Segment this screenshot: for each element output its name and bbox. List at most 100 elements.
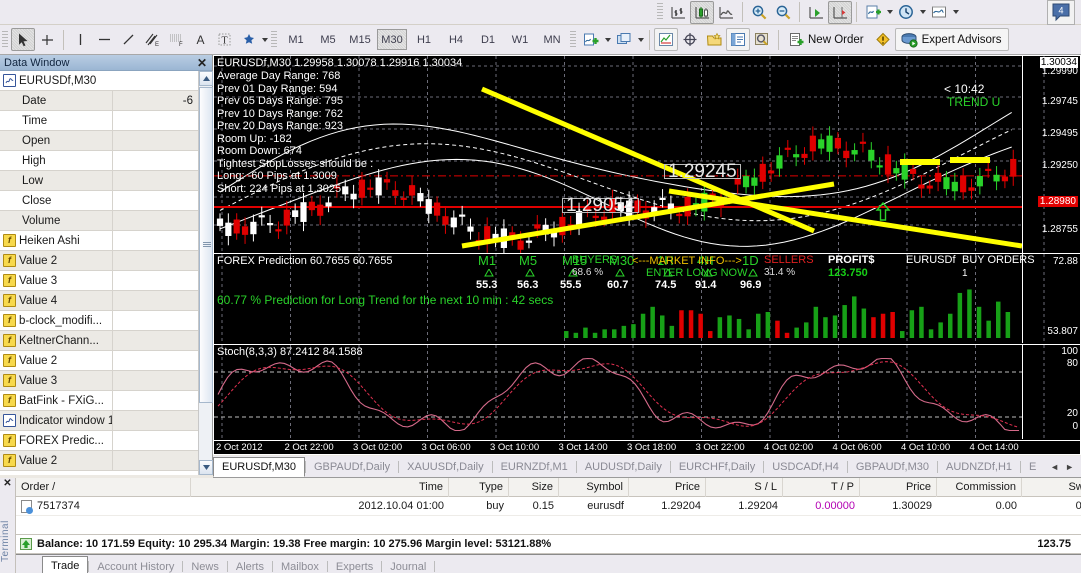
periods-dropdown-caret[interactable] xyxy=(918,1,927,24)
data-window-row[interactable]: f Value 3 xyxy=(0,271,198,291)
terminal-tab[interactable]: Journal xyxy=(382,558,434,573)
terminal-column-header[interactable]: Swap xyxy=(1022,478,1081,497)
data-window-row[interactable]: f Value 3 xyxy=(0,371,198,391)
scroll-up-icon[interactable] xyxy=(199,71,213,86)
chart-container[interactable]: EURUSDf,M30 1.29958 1.30078 1.29916 1.30… xyxy=(213,55,1081,455)
chart-tabs-bar[interactable]: EURUSDf,M30 GBPAUDf,Daily XAUUSDf,Daily EUR… xyxy=(213,456,1081,478)
timeframe-m1[interactable]: M1 xyxy=(281,29,311,50)
chart-tab[interactable]: EURCHFf,Daily xyxy=(671,457,763,476)
data-window-symbol-row[interactable]: EURUSDf,M30 xyxy=(0,71,198,91)
chart-tab[interactable]: EURNZDf,M1 xyxy=(493,457,576,476)
data-window-row[interactable]: Close xyxy=(0,191,198,211)
window-tile-dropdown-caret[interactable] xyxy=(636,28,645,51)
bar-chart-icon[interactable] xyxy=(666,1,690,24)
price-scale-stochastic[interactable]: 100 80 20 0 xyxy=(1022,345,1080,439)
tester-icon[interactable] xyxy=(750,28,774,51)
prediction-pane[interactable]: FOREX Prediction 60.7655 60.7655 M1 55.3 M… xyxy=(214,253,1080,343)
line-chart-icon[interactable] xyxy=(714,1,738,24)
timeframe-mn[interactable]: MN xyxy=(537,29,567,50)
scroll-down-icon[interactable] xyxy=(199,460,213,475)
fibonacci-icon[interactable]: F xyxy=(164,28,188,51)
data-window-row[interactable]: f KeltnerChann... xyxy=(0,331,198,351)
crosshair-icon[interactable] xyxy=(35,28,59,51)
timeframe-m30[interactable]: M30 xyxy=(377,29,407,50)
terminal-column-header[interactable]: Size xyxy=(509,477,559,497)
expert-advisors-button[interactable]: Expert Advisors xyxy=(894,28,1009,51)
toolbar-grip-3[interactable] xyxy=(271,30,277,49)
new-chart-dropdown-caret[interactable] xyxy=(603,28,612,51)
data-window-row[interactable]: f BatFink - FXiG... xyxy=(0,391,198,411)
timeframe-d1[interactable]: D1 xyxy=(473,29,503,50)
text-icon[interactable]: A xyxy=(188,28,212,51)
terminal-tab[interactable]: Account History xyxy=(89,558,182,573)
zoom-out-icon[interactable] xyxy=(771,1,795,24)
window-tile-icon[interactable] xyxy=(612,28,636,51)
data-window-row[interactable]: f FOREX Predic... xyxy=(0,431,198,451)
arrow-cursor-icon[interactable] xyxy=(11,28,35,51)
terminal-tab[interactable]: Trade xyxy=(42,556,89,573)
terminal-column-header[interactable]: Price xyxy=(629,477,706,497)
terminal-close-icon[interactable]: ✕ xyxy=(0,478,15,490)
data-window-row[interactable]: Time xyxy=(0,111,198,131)
terminal-column-header[interactable]: T / P xyxy=(783,477,860,497)
data-window-row[interactable]: f Heiken Ashi xyxy=(0,231,198,251)
data-window-row[interactable]: Open xyxy=(0,131,198,151)
text-label-icon[interactable]: T xyxy=(212,28,236,51)
terminal-column-header[interactable]: Time xyxy=(191,477,449,497)
terminal-column-header[interactable]: Commission xyxy=(937,477,1022,497)
shapes-icon[interactable] xyxy=(236,28,260,51)
warning-icon[interactable] xyxy=(871,28,895,51)
data-window-row[interactable]: High xyxy=(0,151,198,171)
chart-tab[interactable]: XAUUSDf,Daily xyxy=(399,457,491,476)
chart-tab[interactable]: USDCADf,H4 xyxy=(764,457,847,476)
data-window-row[interactable]: f Value 4 xyxy=(0,291,198,311)
scrollbar-thumb[interactable] xyxy=(199,87,213,403)
indicators-icon[interactable] xyxy=(861,1,885,24)
navigator-icon[interactable] xyxy=(702,28,726,51)
terminal-column-header[interactable]: Price xyxy=(860,477,937,497)
data-window-row[interactable]: f b-clock_modifi... xyxy=(0,311,198,331)
auto-scroll-icon[interactable] xyxy=(804,1,828,24)
new-order-button[interactable]: New Order xyxy=(783,28,871,51)
chart-tab[interactable]: AUDNZDf,H1 xyxy=(938,457,1020,476)
toolbar-grip-4[interactable] xyxy=(570,30,576,49)
vertical-line-icon[interactable] xyxy=(68,28,92,51)
data-window-row[interactable]: f Value 2 xyxy=(0,351,198,371)
trendline-icon[interactable] xyxy=(116,28,140,51)
chevron-left-icon[interactable]: ◄ xyxy=(1047,462,1062,472)
chart-tab[interactable]: GBPAUDf,Daily xyxy=(306,457,398,476)
terminal-tab[interactable]: Mailbox xyxy=(273,558,327,573)
crosshair-tool-icon[interactable] xyxy=(678,28,702,51)
equidistant-channel-icon[interactable]: E xyxy=(140,28,164,51)
chart-tab[interactable]: E xyxy=(1021,457,1044,476)
close-icon[interactable]: ✕ xyxy=(196,56,208,70)
candlestick-chart-icon[interactable] xyxy=(690,0,714,24)
horizontal-line-icon[interactable] xyxy=(92,28,116,51)
terminal-icon[interactable] xyxy=(726,28,750,51)
chart-shift-icon[interactable] xyxy=(828,0,852,24)
zoom-in-icon[interactable] xyxy=(747,1,771,24)
chart-tabs-nav[interactable]: ◄ ► xyxy=(1047,462,1081,472)
data-window-row[interactable]: Volume xyxy=(0,211,198,231)
data-window-row[interactable]: Low xyxy=(0,171,198,191)
timeframe-h4[interactable]: H4 xyxy=(441,29,471,50)
terminal-column-header[interactable]: Order / xyxy=(16,477,191,497)
notification-badge-button[interactable]: 4 xyxy=(1047,0,1075,25)
price-scale-prediction[interactable]: 72.88 53.807 xyxy=(1022,254,1080,343)
chart-tab[interactable]: AUDUSDf,Daily xyxy=(577,457,670,476)
data-window-row[interactable]: f Value 2 xyxy=(0,251,198,271)
chart-tab[interactable]: GBPAUDf,M30 xyxy=(848,457,937,476)
templates-dropdown-caret[interactable] xyxy=(951,1,960,24)
timeframe-h1[interactable]: H1 xyxy=(409,29,439,50)
data-window-scrollbar[interactable] xyxy=(198,71,213,475)
chart-tab[interactable]: EURUSDf,M30 xyxy=(213,456,305,477)
indicators-dropdown-caret[interactable] xyxy=(885,1,894,24)
terminal-tab[interactable]: Experts xyxy=(328,558,381,573)
terminal-tab[interactable]: News xyxy=(183,558,227,573)
terminal-column-header[interactable]: Type xyxy=(449,477,509,497)
timeframe-m15[interactable]: M15 xyxy=(345,29,375,50)
data-window-row[interactable]: Indicator window 1 xyxy=(0,411,198,431)
terminal-column-header[interactable]: S / L xyxy=(706,477,783,497)
new-chart-icon[interactable] xyxy=(579,28,603,51)
toolbar-grip-2[interactable] xyxy=(2,30,8,49)
